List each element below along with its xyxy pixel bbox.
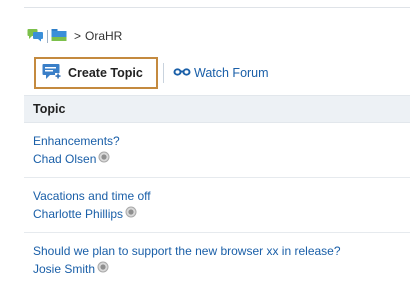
presence-status-icon[interactable] [98,151,110,166]
topic-author: Chad Olsen [33,151,110,166]
topic-title-link[interactable]: Should we plan to support the new browse… [33,244,341,258]
top-divider [24,7,410,8]
topic-list: Enhancements? Chad Olsen Vacations and t… [24,123,410,288]
watch-forum-button[interactable]: Watch Forum [173,66,269,80]
discussions-icon[interactable] [27,28,45,45]
table-row: Enhancements? Chad Olsen [24,123,410,178]
create-topic-button[interactable]: Create Topic [34,57,158,89]
presence-status-icon[interactable] [125,206,137,221]
author-name-link[interactable]: Josie Smith [33,262,95,276]
table-row: Should we plan to support the new browse… [24,233,410,288]
forum-folder-icon[interactable] [51,28,67,45]
create-topic-label: Create Topic [68,66,143,80]
toolbar: Create Topic Watch Forum [34,56,269,90]
toolbar-divider [163,63,164,83]
topic-author: Charlotte Phillips [33,206,137,221]
presence-status-icon[interactable] [97,261,109,276]
breadcrumb-separator: > [74,29,82,43]
breadcrumb: > OraHR [27,28,122,45]
author-name-link[interactable]: Chad Olsen [33,152,96,166]
watch-forum-label: Watch Forum [194,66,269,80]
breadcrumb-forum-name[interactable]: OraHR [85,29,122,43]
author-name-link[interactable]: Charlotte Phillips [33,207,123,221]
topic-author: Josie Smith [33,261,109,276]
watch-glasses-icon [173,66,191,80]
topic-title-link[interactable]: Vacations and time off [33,189,151,203]
topic-title-link[interactable]: Enhancements? [33,134,120,148]
table-row: Vacations and time off Charlotte Phillip… [24,178,410,233]
create-topic-icon [42,63,62,83]
topic-column-header: Topic [24,95,410,123]
breadcrumb-divider [47,29,48,43]
